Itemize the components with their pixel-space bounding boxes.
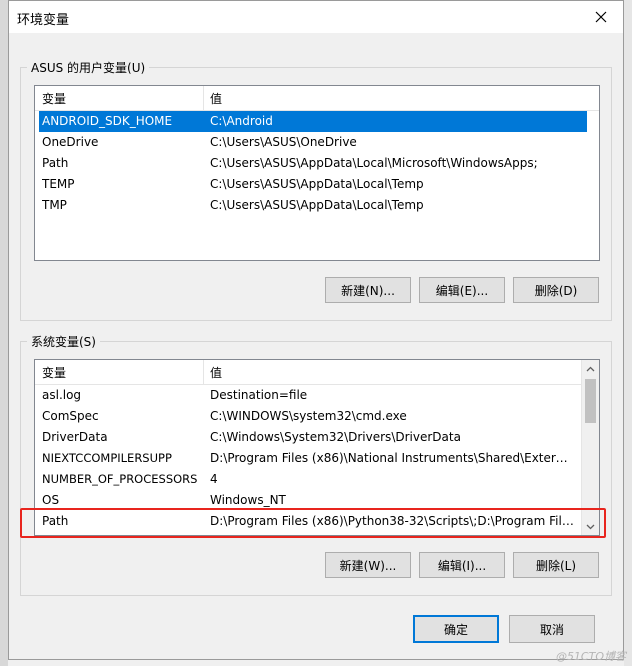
variable-value: C:\Users\ASUS\AppData\Local\Temp xyxy=(210,198,424,212)
table-row[interactable]: TMP C:\Users\ASUS\AppData\Local\Temp xyxy=(35,195,599,216)
variable-value: Destination=file xyxy=(210,388,308,402)
close-icon xyxy=(595,11,607,23)
column-header-variable[interactable]: 变量 xyxy=(42,90,66,107)
environment-variables-dialog: 环境变量 ASUS 的用户变量(U) 变量 值 ANDROID_SDK_HOME… xyxy=(8,0,624,660)
variable-value: C:\WINDOWS\system32\cmd.exe xyxy=(210,409,407,423)
variable-value: 4 xyxy=(210,472,218,486)
table-row[interactable]: DriverData C:\Windows\System32\Drivers\D… xyxy=(35,427,599,448)
background-window-left xyxy=(0,0,8,666)
variable-name: Path xyxy=(42,156,69,170)
variable-name: NUMBER_OF_PROCESSORS xyxy=(42,472,198,486)
variable-value: C:\Android xyxy=(210,114,273,128)
table-row[interactable]: NUMBER_OF_PROCESSORS 4 xyxy=(35,469,599,490)
user-delete-button[interactable]: 删除(D) xyxy=(513,277,599,303)
close-button[interactable] xyxy=(579,1,623,33)
variable-value: C:\Users\ASUS\AppData\Local\Microsoft\Wi… xyxy=(210,156,538,170)
cancel-button[interactable]: 取消 xyxy=(509,615,595,643)
column-separator[interactable] xyxy=(203,86,204,110)
variable-name: OneDrive xyxy=(42,135,99,149)
background-window-right xyxy=(624,0,632,666)
scroll-thumb[interactable] xyxy=(585,379,596,423)
variable-name: asl.log xyxy=(42,388,82,402)
user-new-button[interactable]: 新建(N)... xyxy=(325,277,411,303)
variable-name: ComSpec xyxy=(42,409,99,423)
table-row[interactable]: TEMP C:\Users\ASUS\AppData\Local\Temp xyxy=(35,174,599,195)
variable-value: D:\Program Files (x86)\National Instrume… xyxy=(210,451,575,465)
window-title: 环境变量 xyxy=(17,13,70,28)
scroll-up-button[interactable] xyxy=(582,360,599,377)
table-row[interactable]: ANDROID_SDK_HOME C:\Android xyxy=(39,111,587,132)
list-header: 变量 值 xyxy=(35,86,599,111)
path-row-highlight xyxy=(20,508,606,538)
variable-value: C:\Users\ASUS\AppData\Local\Temp xyxy=(210,177,424,191)
variable-name: OS xyxy=(42,493,60,507)
system-edit-button[interactable]: 编辑(I)... xyxy=(419,552,505,578)
variable-name: NIEXTCCOMPILERSUPP xyxy=(42,451,172,465)
column-header-variable[interactable]: 变量 xyxy=(42,364,66,381)
variable-value: Windows_NT xyxy=(210,493,286,507)
variable-value: C:\Users\ASUS\OneDrive xyxy=(210,135,357,149)
column-header-value[interactable]: 值 xyxy=(210,364,222,381)
list-header: 变量 值 xyxy=(35,360,599,385)
table-row[interactable]: NIEXTCCOMPILERSUPP D:\Program Files (x86… xyxy=(35,448,599,469)
title-bar: 环境变量 xyxy=(9,1,623,33)
table-row[interactable]: OneDrive C:\Users\ASUS\OneDrive xyxy=(35,132,599,153)
table-row[interactable]: asl.log Destination=file xyxy=(35,385,599,406)
user-variables-label: ASUS 的用户变量(U) xyxy=(27,59,150,76)
chevron-up-icon xyxy=(586,366,595,371)
table-row[interactable]: ComSpec C:\WINDOWS\system32\cmd.exe xyxy=(35,406,599,427)
variable-name: DriverData xyxy=(42,430,108,444)
variable-name: ANDROID_SDK_HOME xyxy=(42,114,173,128)
variable-name: TEMP xyxy=(42,177,75,191)
user-variables-list[interactable]: 变量 值 ANDROID_SDK_HOME C:\Android OneDriv… xyxy=(34,85,600,261)
system-new-button[interactable]: 新建(W)... xyxy=(325,552,411,578)
column-separator[interactable] xyxy=(203,360,204,384)
user-edit-button[interactable]: 编辑(E)... xyxy=(419,277,505,303)
variable-value: C:\Windows\System32\Drivers\DriverData xyxy=(210,430,461,444)
variable-name: TMP xyxy=(42,198,67,212)
ok-button[interactable]: 确定 xyxy=(413,615,499,643)
table-row[interactable]: Path C:\Users\ASUS\AppData\Local\Microso… xyxy=(35,153,599,174)
system-delete-button[interactable]: 删除(L) xyxy=(513,552,599,578)
system-variables-label: 系统变量(S) xyxy=(27,333,100,350)
column-header-value[interactable]: 值 xyxy=(210,90,222,107)
watermark: @51CTO博客 xyxy=(555,650,626,663)
